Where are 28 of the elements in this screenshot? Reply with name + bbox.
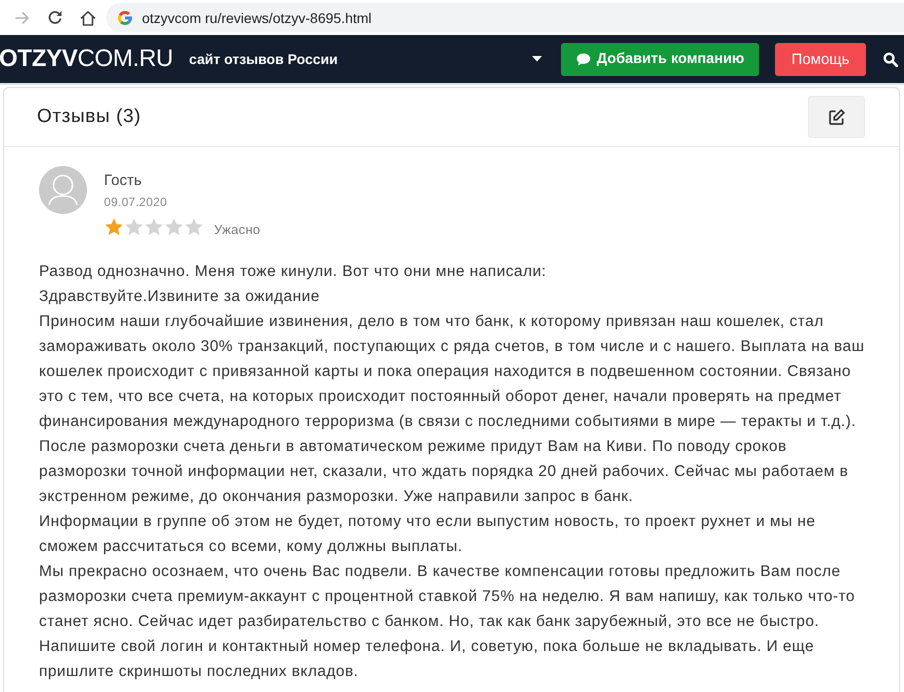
site-logo[interactable]: OTZYVCOM.RU <box>0 45 174 73</box>
rating-label: Ужасно <box>214 222 260 236</box>
g-logo-icon <box>117 10 133 26</box>
author-name: Гость <box>104 171 142 191</box>
chat-bubble-icon <box>576 52 591 66</box>
star-icon <box>184 217 204 237</box>
review-paragraph: разморозки точной информации нет, сказали, что ждать порядка 20 дней рабочих. Сейчас мы работаем в экстренном режиме, до окончания разморозки. Уже направили запрос в банк. <box>39 462 850 507</box>
add-company-button[interactable]: Добавить компанию <box>561 42 759 76</box>
site-tagline: сайт отзывов России <box>189 51 338 67</box>
star-icon <box>144 217 164 237</box>
home-icon[interactable] <box>80 10 96 26</box>
star-icon <box>164 217 184 237</box>
caret-down-icon[interactable] <box>532 56 542 62</box>
review-paragraph: Мы прекрасно осознаем, что очень Вас подвели. В качестве компенсации готовы предложить Вам после разморозки счета премиум-аккаунт с процентной ставкой 75% на неделю. Я вам напишу, как только что-то станет ясно. Сейчас идет разбирательство с банком. Но, так как банк зарубежный, это все не быстро. Напишите свой логин и контактный номер телефона. И, советую, пока больше не вкладывать. И еще пришлите скриншоты последних вкладов. <box>39 562 856 682</box>
edit-icon <box>827 108 846 126</box>
address-bar[interactable]: otzyvcom ru/reviews/otzyv-8695.html <box>106 3 904 32</box>
star-icon <box>104 217 124 237</box>
user-avatar-icon <box>39 166 87 214</box>
reload-icon[interactable] <box>47 10 63 26</box>
review-paragraph: Здравствуйте.Извините за ожидание <box>39 287 321 307</box>
search-icon[interactable] <box>883 52 898 66</box>
star-icon <box>124 217 144 237</box>
review-date: 09.07.2020 <box>104 194 168 210</box>
review-paragraph: Информации в группе об этом не будет, потому что если выпустим новость, то проект рухнет и мы не сможем рассчитаться со всеми, кому должны выплаты. <box>39 512 816 557</box>
panel-title: Отзывы (3) <box>37 106 142 128</box>
write-review-button[interactable] <box>808 96 865 138</box>
review-paragraph: Развод однозначно. Меня тоже кинули. Вот что они мне написали: <box>39 262 548 282</box>
help-button[interactable]: Помощь <box>775 42 866 76</box>
